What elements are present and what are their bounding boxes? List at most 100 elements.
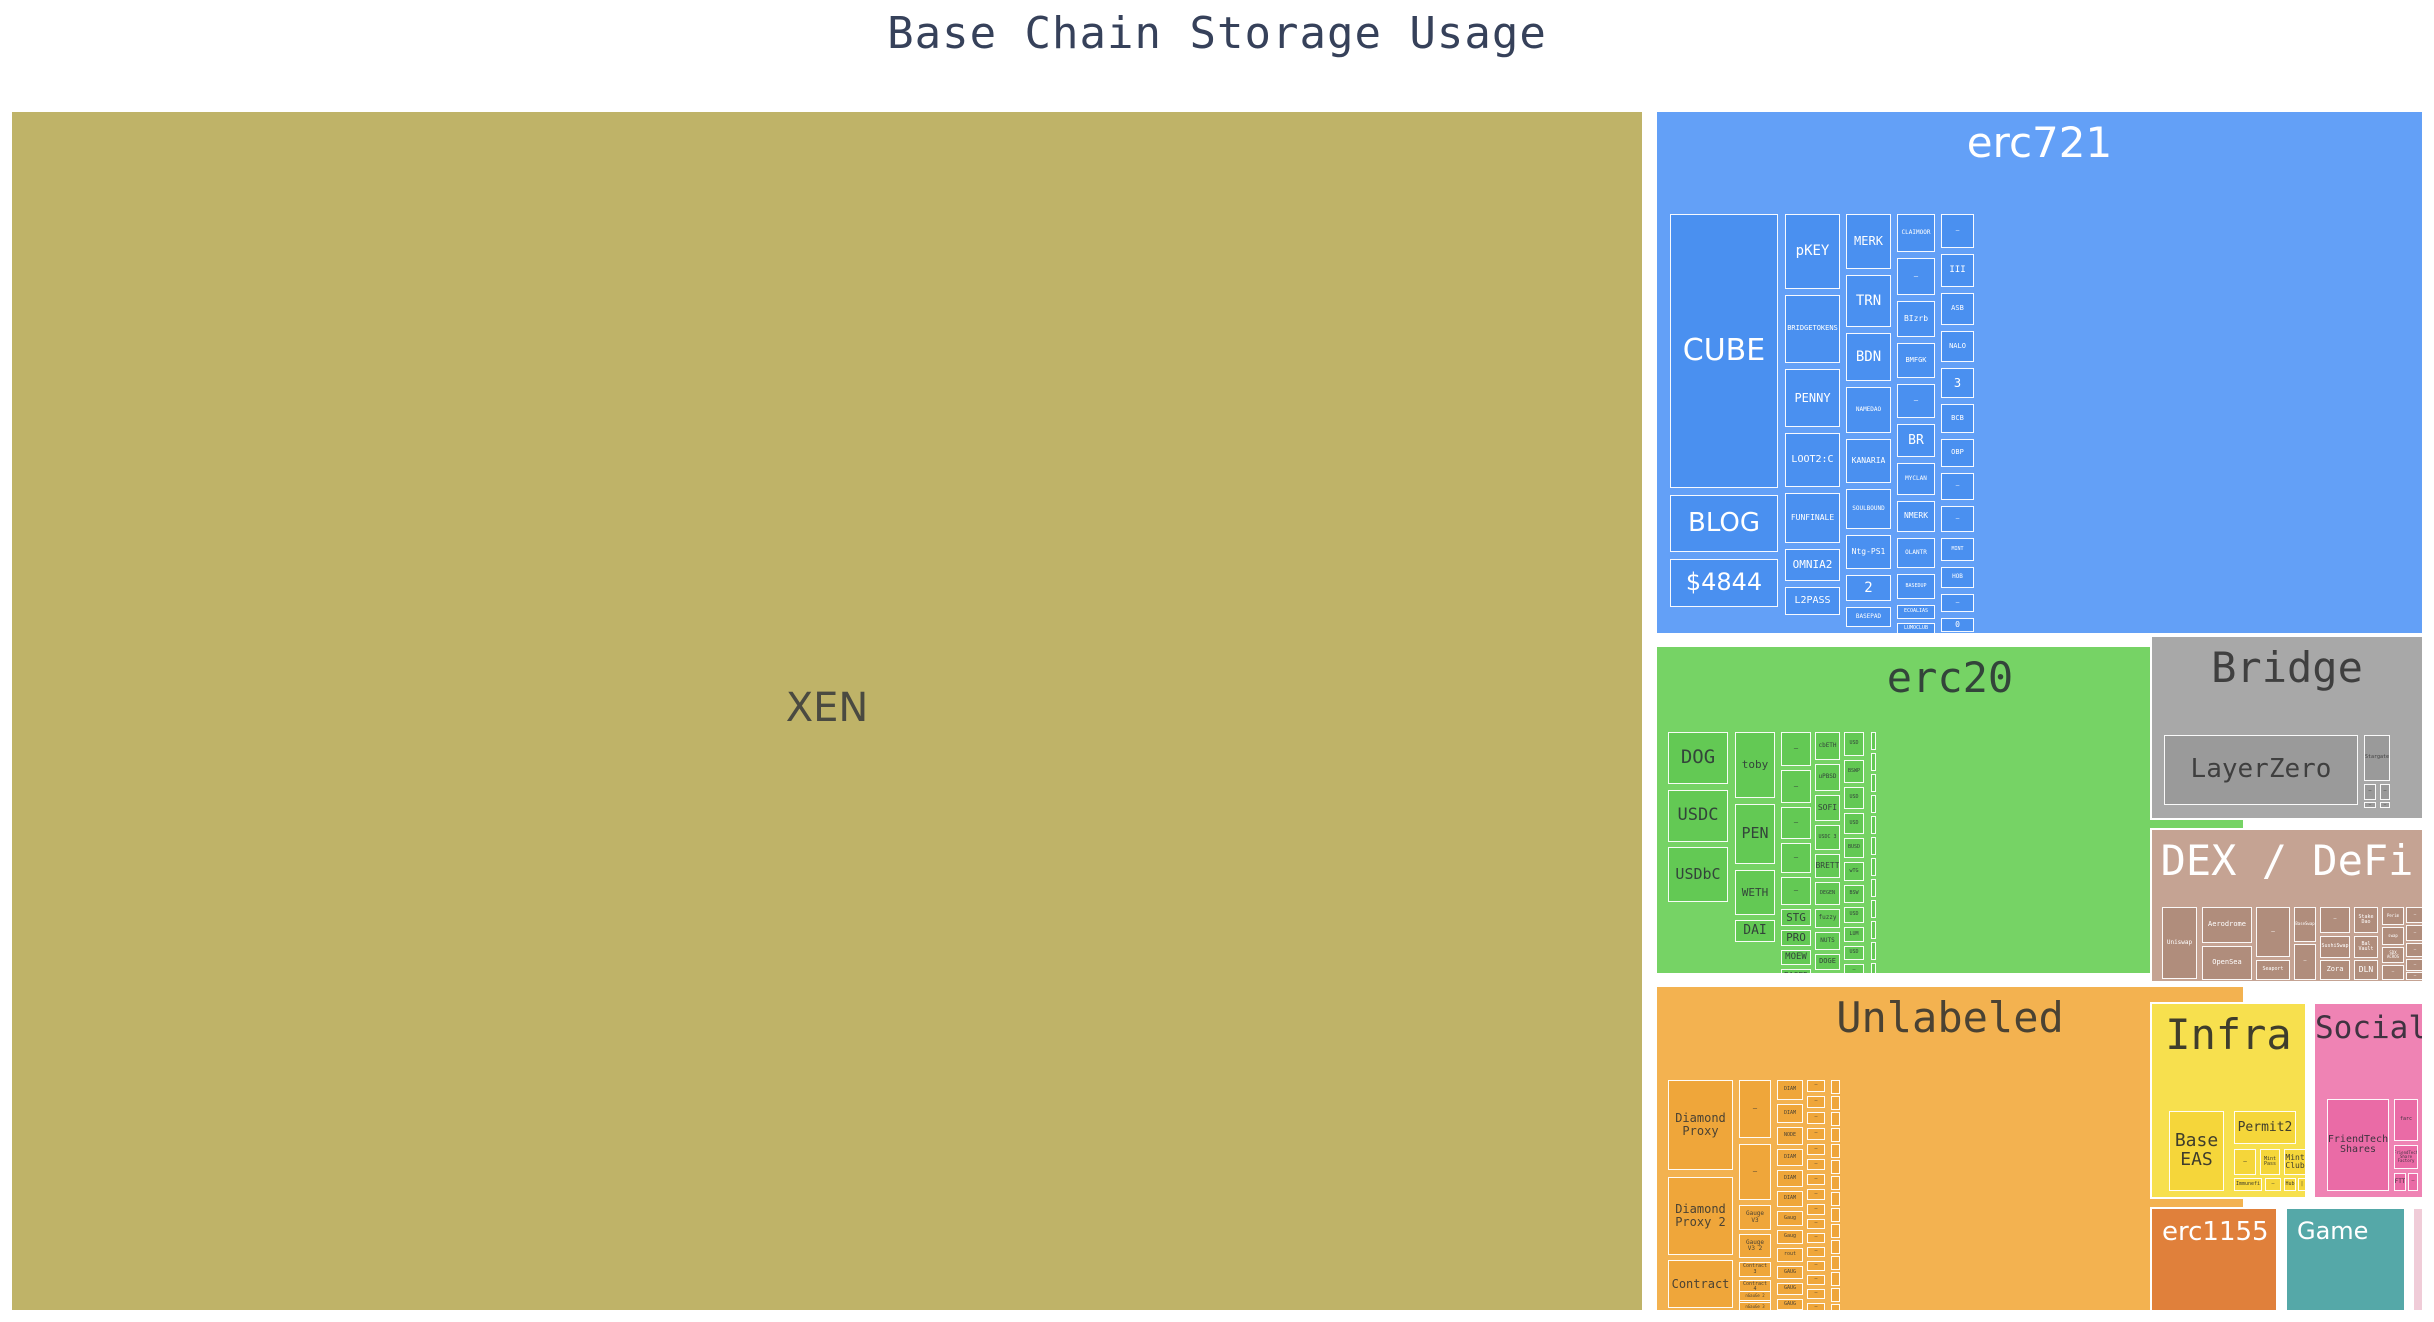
treemap-leaf-erc20-lum[interactable]: LUM xyxy=(1844,927,1864,942)
treemap-leaf-social-friendtech-shares[interactable]: FriendTech Shares xyxy=(2327,1099,2389,1191)
treemap-leaf-erc20-nuts[interactable]: NUTS xyxy=(1815,932,1840,950)
treemap-leaf-erc721-obp[interactable]: OBP xyxy=(1941,439,1974,467)
treemap-leaf-dex-defi-[interactable]: — xyxy=(2406,972,2422,980)
treemap-leaf-erc20-bsw[interactable]: BSW xyxy=(1844,885,1864,903)
treemap-leaf-unlabeled-diam[interactable]: DIAM xyxy=(1777,1170,1803,1187)
treemap-leaf-infra-base-eas[interactable]: Base EAS xyxy=(2169,1111,2224,1191)
treemap-leaf-unlabeled-strip-1[interactable] xyxy=(1831,1080,1840,1094)
treemap-leaf-unlabeled-[interactable]: — xyxy=(1807,1189,1825,1200)
treemap-leaf-erc721-asb[interactable]: ASB xyxy=(1941,293,1974,325)
treemap-leaf-erc721-basedup[interactable]: BASEDUP xyxy=(1897,574,1935,599)
treemap-leaf-infra-[interactable]: | xyxy=(2298,1178,2305,1191)
treemap-leaf-unlabeled-strip-4[interactable] xyxy=(1831,1128,1840,1142)
treemap-leaf-erc20-strip-12[interactable] xyxy=(1871,963,1876,973)
treemap-leaf-unlabeled-strip-7[interactable] xyxy=(1831,1176,1840,1190)
treemap-leaf-erc20-weth[interactable]: WETH xyxy=(1735,870,1775,915)
treemap-leaf-erc20-[interactable]: — xyxy=(1844,964,1864,973)
treemap-leaf-dex-defi-swap[interactable]: swap xyxy=(2382,927,2404,945)
treemap-leaf-erc721-olantr[interactable]: OLANTR xyxy=(1897,538,1935,568)
treemap-leaf-infra-[interactable]: — xyxy=(2234,1149,2256,1175)
treemap-leaf-unlabeled-strip-9[interactable] xyxy=(1831,1208,1840,1222)
treemap-leaf-unlabeled-contract[interactable]: Contract xyxy=(1668,1260,1733,1308)
treemap-leaf-erc20-strip-6[interactable] xyxy=(1871,837,1876,855)
treemap-leaf-erc721-[interactable]: — xyxy=(1941,594,1974,612)
treemap-leaf-erc20-strip-9[interactable] xyxy=(1871,900,1876,918)
treemap-leaf-erc20-usd[interactable]: USD xyxy=(1844,946,1864,960)
treemap-leaf-erc20-usdbc[interactable]: USDbC xyxy=(1668,847,1728,902)
treemap-leaf-dex-defi-opensea[interactable]: OpenSea xyxy=(2202,946,2252,980)
treemap-leaf-erc721-kanaria[interactable]: KANARIA xyxy=(1846,439,1891,483)
treemap-leaf-unlabeled-strip-10[interactable] xyxy=(1831,1224,1840,1238)
treemap-leaf-erc20-usd[interactable]: USD xyxy=(1844,813,1864,834)
treemap-leaf-erc20-[interactable]: — xyxy=(1781,807,1811,839)
treemap-leaf-unlabeled-gaug[interactable]: GAUG xyxy=(1777,1266,1803,1279)
treemap-leaf-erc20-dog[interactable]: DOG xyxy=(1668,732,1728,784)
treemap-leaf-erc721-nmerk[interactable]: NMERK xyxy=(1897,501,1935,532)
treemap-leaf-erc721-funfinale[interactable]: FUNFINALE xyxy=(1785,493,1840,543)
treemap-leaf-infra-[interactable]: — xyxy=(2265,1178,2281,1191)
treemap-leaf-erc721-basepad[interactable]: BASEPAD xyxy=(1846,607,1891,627)
treemap-leaf-erc20-[interactable]: — xyxy=(1781,770,1811,803)
treemap-leaf-erc20-doge[interactable]: DOGE xyxy=(1815,954,1840,970)
treemap-group-infra[interactable]: Infra Base EAS Permit2 — Mint Pass Mint Club Immu… xyxy=(2150,1002,2307,1199)
treemap-leaf-unlabeled-[interactable]: — xyxy=(1739,1080,1771,1138)
treemap-leaf-infra-mint-club[interactable]: Mint Club xyxy=(2284,1149,2305,1175)
treemap-leaf-unlabeled-contract-3[interactable]: Contract 3 xyxy=(1739,1262,1771,1277)
treemap-leaf-unlabeled-gauge-v3[interactable]: Gauge V3 xyxy=(1739,1205,1771,1230)
treemap-leaf-erc721-bcb[interactable]: BCB xyxy=(1941,404,1974,433)
treemap-leaf-erc721-loot2-c[interactable]: LOOT2:C xyxy=(1785,433,1840,487)
treemap-leaf-erc20-strip-11[interactable] xyxy=(1871,942,1876,960)
treemap-leaf-erc20-aero[interactable]: AERO xyxy=(1815,974,1840,975)
treemap-leaf-unlabeled-[interactable]: — xyxy=(1807,1289,1825,1299)
treemap-leaf-unlabeled-[interactable]: — xyxy=(1807,1204,1825,1215)
treemap-leaf-unlabeled-diam[interactable]: DIAM xyxy=(1777,1104,1803,1123)
treemap-leaf-erc721-claimoor[interactable]: CLAIMOOR xyxy=(1897,214,1935,252)
treemap-leaf-unlabeled-ngauge-3[interactable]: nGauGe 3 xyxy=(1739,1302,1771,1310)
treemap-leaf-social-friendtech-share-factory[interactable]: FriendTech Share Factory xyxy=(2394,1145,2418,1169)
treemap-leaf-dex-defi-seaport[interactable]: Seaport xyxy=(2256,960,2290,980)
treemap-leaf-unlabeled-diam[interactable]: DIAM xyxy=(1777,1149,1803,1166)
treemap-leaf-erc20-brett[interactable]: BRETT xyxy=(1815,854,1840,878)
treemap-leaf-infra-permit2[interactable]: Permit2 xyxy=(2234,1111,2296,1144)
treemap-leaf-erc721-[interactable]: — xyxy=(1941,506,1974,532)
treemap-leaf-unlabeled-gaug[interactable]: Gaug xyxy=(1777,1211,1803,1226)
treemap-leaf-erc721-cube[interactable]: CUBE xyxy=(1670,214,1778,488)
treemap-leaf-dex-defi-aerodrome[interactable]: Aerodrome xyxy=(2202,907,2252,943)
treemap-leaf-unlabeled-strip-15[interactable] xyxy=(1831,1304,1840,1310)
treemap-leaf-erc721-ntg-ps1[interactable]: Ntg-PS1 xyxy=(1846,535,1891,569)
treemap-leaf-erc20-usdc[interactable]: USDC xyxy=(1668,790,1728,842)
treemap-leaf-erc721-4844[interactable]: $4844 xyxy=(1670,559,1778,607)
treemap-leaf-erc20-strip-5[interactable] xyxy=(1871,816,1876,834)
treemap-leaf-unlabeled-node[interactable]: NODE xyxy=(1777,1127,1803,1145)
treemap-group-other[interactable] xyxy=(2412,1207,2424,1312)
treemap-leaf-erc721-[interactable]: — xyxy=(1941,214,1974,248)
treemap-leaf-dex-defi-sushiswap[interactable]: SushiSwap xyxy=(2320,936,2350,958)
treemap-leaf-erc721-soulbound[interactable]: SOULBOUND xyxy=(1846,489,1891,529)
treemap-leaf-erc721-myclan[interactable]: MYCLAN xyxy=(1897,463,1935,495)
treemap-leaf-erc721-0[interactable]: 0 xyxy=(1941,618,1974,632)
treemap-leaf-erc20-strip-4[interactable] xyxy=(1871,795,1876,813)
treemap-leaf-unlabeled-[interactable]: — xyxy=(1807,1261,1825,1271)
treemap-group-erc721[interactable]: erc721 CUBE BLOG $4844 pKEY BRIDGETOKENS PENNY… xyxy=(1655,110,2424,635)
treemap-leaf-unlabeled-strip-14[interactable] xyxy=(1831,1288,1840,1302)
treemap-leaf-unlabeled-strip-12[interactable] xyxy=(1831,1256,1840,1270)
treemap-leaf-social-[interactable]: — xyxy=(2408,1173,2418,1191)
treemap-leaf-unlabeled-[interactable]: — xyxy=(1807,1144,1825,1155)
treemap-leaf-dex-defi-[interactable]: — xyxy=(2406,907,2422,923)
treemap-leaf-erc20-degen[interactable]: DEGEN xyxy=(1815,882,1840,905)
treemap-leaf-erc20-usd[interactable]: USD xyxy=(1844,787,1864,809)
treemap-leaf-erc721-2[interactable]: 2 xyxy=(1846,575,1891,601)
treemap-leaf-dex-defi-bal-vault[interactable]: Bal Vault xyxy=(2354,936,2378,958)
treemap-leaf-unlabeled-strip-13[interactable] xyxy=(1831,1272,1840,1286)
treemap-leaf-dex-defi-[interactable]: — xyxy=(2406,943,2422,957)
treemap-leaf-dex-defi-uniswap[interactable]: Uniswap xyxy=(2162,907,2197,979)
treemap-leaf-unlabeled-diam[interactable]: DIAM xyxy=(1777,1191,1803,1207)
treemap-leaf-erc20-strip-8[interactable] xyxy=(1871,879,1876,897)
treemap-leaf-unlabeled-[interactable]: — xyxy=(1807,1174,1825,1185)
treemap-leaf-bridge-[interactable]: — xyxy=(2364,802,2376,808)
treemap-leaf-erc721-namedao[interactable]: NAMEDAO xyxy=(1846,387,1891,433)
treemap-leaf-erc721-bridgetokens[interactable]: BRIDGETOKENS xyxy=(1785,295,1840,363)
treemap-leaf-erc20-toby[interactable]: toby xyxy=(1735,732,1775,798)
treemap-leaf-erc721-bdn[interactable]: BDN xyxy=(1846,333,1891,381)
treemap-leaf-erc721-3[interactable]: 3 xyxy=(1941,368,1974,398)
